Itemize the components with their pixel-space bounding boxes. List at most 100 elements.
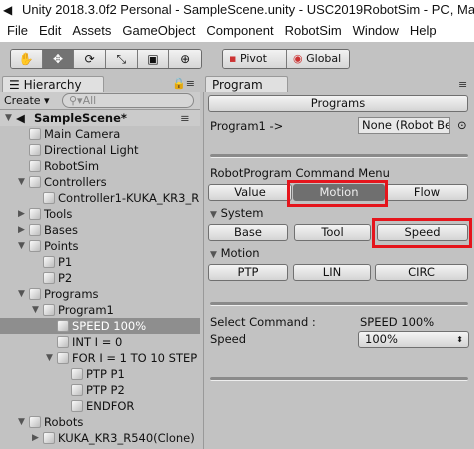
speed-value: 100% — [365, 332, 398, 346]
transform-tools: ✋ ✥ ⟳ ⤡ ▣ ⊕ — [10, 49, 202, 69]
menu-robotsim[interactable]: RobotSim — [285, 23, 342, 38]
search-placeholder: All — [82, 94, 97, 107]
tab-hierarchy[interactable]: ☰ Hierarchy — [2, 76, 104, 93]
gameobject-cube-icon — [29, 176, 41, 188]
hierarchy-item[interactable]: ▶ KUKA_KR3_R540(Clone) — [0, 430, 200, 446]
gameobject-cube-icon — [71, 384, 83, 396]
expand-arrow-icon[interactable]: ▼ — [5, 110, 15, 126]
hierarchy-item[interactable]: P1 — [0, 254, 200, 270]
hierarchy-item[interactable]: ▼ Robots — [0, 414, 200, 430]
motion-foldout[interactable]: ▼ Motion — [210, 246, 260, 260]
expand-arrow-icon[interactable]: ▼ — [18, 414, 28, 430]
gameobject-cube-icon — [43, 256, 55, 268]
hand-tool-icon[interactable]: ✋ — [11, 50, 43, 68]
transform-tool-icon[interactable]: ⊕ — [169, 50, 201, 68]
hierarchy-tab-label: Hierarchy — [23, 78, 82, 92]
scale-tool-icon[interactable]: ⤡ — [106, 50, 138, 68]
separator — [210, 154, 468, 158]
hierarchy-item[interactable]: ▶ Tools — [0, 206, 200, 222]
gameobject-cube-icon — [57, 336, 69, 348]
hierarchy-item[interactable]: Main Camera — [0, 126, 200, 142]
expand-arrow-icon[interactable]: ▼ — [46, 350, 56, 366]
hierarchy-item[interactable]: ▶ Bases — [0, 222, 200, 238]
unity-logo-icon: ◀ — [3, 3, 13, 17]
programs-button[interactable]: Programs — [208, 95, 468, 112]
create-dropdown[interactable]: Create ▾ — [4, 94, 50, 108]
scene-menu-icon[interactable]: ≡ — [180, 110, 190, 126]
expand-arrow-icon[interactable]: ▼ — [32, 302, 42, 318]
hierarchy-item-label: KUKA_KR3_R540(Clone) — [58, 431, 195, 445]
expand-arrow-icon[interactable]: ▶ — [32, 430, 42, 446]
circ-button[interactable]: CIRC — [375, 264, 468, 281]
title-bar: ◀ Unity 2018.3.0f2 Personal - SampleScene… — [0, 0, 474, 20]
hierarchy-item[interactable]: SPEED 100% — [0, 318, 200, 334]
object-picker-icon[interactable]: ⊙ — [457, 118, 467, 132]
menu-assets[interactable]: Assets — [72, 23, 111, 38]
expand-arrow-icon[interactable]: ▼ — [18, 174, 28, 190]
panel-menu-icon[interactable]: ≡ — [458, 78, 467, 91]
search-input[interactable]: ⚲▾All — [62, 93, 194, 108]
hierarchy-item-label: Directional Light — [44, 143, 139, 157]
gameobject-cube-icon — [29, 208, 41, 220]
expand-arrow-icon[interactable]: ▼ — [18, 238, 28, 254]
expand-arrow-icon[interactable]: ▶ — [18, 222, 28, 238]
hierarchy-item[interactable]: ▼ Points — [0, 238, 200, 254]
hierarchy-item[interactable]: INT I = 0 — [0, 334, 200, 350]
program-panel: Programs Program1 -> None (Robot Be ⊙ Ro… — [203, 92, 474, 449]
menu-help[interactable]: Help — [410, 23, 437, 38]
rotate-tool-icon[interactable]: ⟳ — [74, 50, 107, 68]
expand-arrow-icon[interactable]: ▼ — [18, 286, 28, 302]
system-foldout[interactable]: ▼ System — [210, 206, 263, 220]
gameobject-cube-icon — [43, 272, 55, 284]
global-button[interactable]: ◉ Global — [287, 50, 349, 68]
move-tool-icon[interactable]: ✥ — [42, 50, 75, 68]
hierarchy-item-label: Program1 — [58, 303, 114, 317]
tab-program[interactable]: Program — [205, 76, 288, 93]
hierarchy-item-label: INT I = 0 — [72, 335, 123, 349]
menu-bar: File Edit Assets GameObject Component RobotSi… — [0, 20, 474, 42]
program-object-field[interactable]: None (Robot Be — [358, 117, 450, 134]
tab-value[interactable]: Value — [208, 184, 292, 201]
menu-window[interactable]: Window — [353, 23, 399, 38]
hierarchy-item[interactable]: PTP P2 — [0, 382, 200, 398]
program-label: Program1 -> — [210, 119, 284, 133]
hierarchy-item-label: Controllers — [44, 175, 107, 189]
select-command-value: SPEED 100% — [360, 315, 435, 329]
base-button[interactable]: Base — [208, 224, 288, 241]
window-title: Unity 2018.3.0f2 Personal - SampleScene.… — [22, 2, 474, 17]
hierarchy-item[interactable]: ▼ Programs — [0, 286, 200, 302]
hierarchy-item-label: P2 — [58, 271, 73, 285]
hierarchy-item[interactable]: ▼ Controllers — [0, 174, 200, 190]
speed-dropdown[interactable]: 100% ⬍ — [358, 331, 469, 348]
hierarchy-item[interactable]: RobotSim — [0, 158, 200, 174]
rect-tool-icon[interactable]: ▣ — [137, 50, 170, 68]
pivot-label: Pivot — [239, 52, 267, 65]
hierarchy-item[interactable]: Controller1-KUKA_KR3_R540 — [0, 190, 200, 206]
hierarchy-item-label: RobotSim — [44, 159, 100, 173]
tool-button[interactable]: Tool — [294, 224, 371, 241]
menu-gameobject[interactable]: GameObject — [122, 23, 195, 38]
gameobject-cube-icon — [71, 368, 83, 380]
highlight-box — [287, 180, 388, 207]
hierarchy-item[interactable]: ▼ Program1 — [0, 302, 200, 318]
hierarchy-item[interactable]: Directional Light — [0, 142, 200, 158]
hierarchy-item[interactable]: ▼ FOR I = 1 TO 10 STEP — [0, 350, 200, 366]
lock-icon[interactable]: 🔒≡ — [172, 77, 195, 90]
unity-scene-icon: ◀ — [16, 111, 25, 125]
separator — [210, 302, 468, 306]
hierarchy-item[interactable]: PTP P1 — [0, 366, 200, 382]
menu-edit[interactable]: Edit — [39, 23, 61, 38]
ptp-button[interactable]: PTP — [208, 264, 288, 281]
hierarchy-item[interactable]: P2 — [0, 270, 200, 286]
hierarchy-item-label: PTP P2 — [86, 383, 125, 397]
hierarchy-toolbar: Create ▾ ⚲▾All — [0, 92, 200, 110]
expand-arrow-icon[interactable]: ▶ — [18, 206, 28, 222]
menu-component[interactable]: Component — [206, 23, 273, 38]
pivot-button[interactable]: ▪ Pivot — [223, 50, 287, 68]
scene-row[interactable]: ▼ ◀ SampleScene* ≡ — [0, 110, 200, 126]
hierarchy-item[interactable]: ENDFOR — [0, 398, 200, 414]
menu-file[interactable]: File — [7, 23, 28, 38]
tab-flow[interactable]: Flow — [386, 184, 468, 201]
hierarchy-panel: Create ▾ ⚲▾All ▼ ◀ SampleScene* ≡ Main C… — [0, 92, 200, 449]
lin-button[interactable]: LIN — [293, 264, 371, 281]
